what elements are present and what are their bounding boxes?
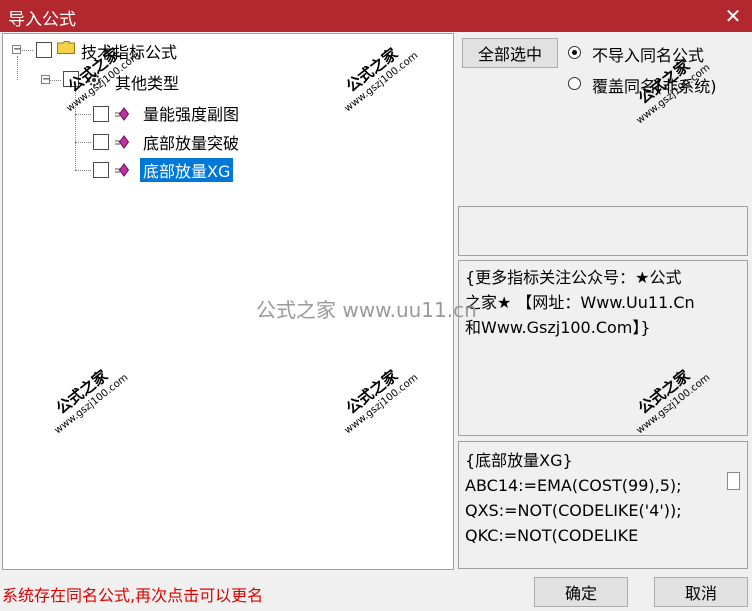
center-watermark: 公式之家 www.uu11.cn bbox=[256, 298, 477, 322]
tree-checkbox-item[interactable] bbox=[93, 106, 109, 122]
gear-icon bbox=[88, 74, 100, 86]
tree-checkbox-root[interactable] bbox=[36, 42, 52, 58]
code-line: QKC:=NOT(CODELIKE bbox=[465, 526, 639, 545]
tree-node-group-label[interactable]: 其他类型 bbox=[115, 70, 179, 94]
radio-overwrite[interactable] bbox=[568, 77, 581, 90]
formula-icon bbox=[115, 135, 129, 149]
tree-expander-group[interactable]: − bbox=[41, 75, 50, 85]
tree-checkbox-item[interactable] bbox=[93, 134, 109, 150]
tree-item-label-selected[interactable]: 底部放量XG bbox=[140, 158, 234, 182]
tree-node-root-label[interactable]: 技术指标公式 bbox=[81, 39, 177, 63]
radio-skip-duplicates[interactable] bbox=[568, 46, 581, 59]
tree-connector bbox=[75, 88, 76, 170]
tree-item-label[interactable]: 量能强度副图 bbox=[143, 101, 239, 125]
select-all-button[interactable]: 全部选中 bbox=[462, 38, 558, 68]
tree-connector bbox=[17, 56, 18, 80]
info-box: {更多指标关注公众号：★公式 之家★ 【网址：Www.Uu11.Cn 和Www.… bbox=[458, 260, 748, 436]
title-bar: 导入公式 ✕ bbox=[0, 0, 752, 32]
code-line: {底部放量XG} bbox=[465, 451, 573, 470]
info-line: {更多指标关注公众号：★公式 bbox=[465, 268, 682, 287]
tree-checkbox-item[interactable] bbox=[93, 162, 109, 178]
tree-expander-root[interactable]: − bbox=[12, 45, 21, 55]
info-line: 之家★ 【网址：Www.Uu11.Cn bbox=[465, 293, 695, 312]
window-title: 导入公式 bbox=[8, 10, 76, 30]
radio-overwrite-label[interactable]: 覆盖同名(非系统) bbox=[592, 73, 717, 97]
tree-connector bbox=[75, 142, 91, 143]
tree-connector bbox=[75, 170, 91, 171]
status-message: 系统存在同名公式,再次点击可以更名 bbox=[2, 586, 264, 605]
code-line: QXS:=NOT(CODELIKE('4')); bbox=[465, 501, 682, 520]
tree-item-label[interactable]: 底部放量突破 bbox=[143, 130, 239, 154]
tree-connector bbox=[75, 114, 91, 115]
info-line: 和Www.Gszj100.Com】} bbox=[465, 318, 651, 337]
close-button[interactable]: ✕ bbox=[714, 0, 752, 32]
radio-skip-duplicates-label[interactable]: 不导入同名公式 bbox=[592, 42, 704, 66]
close-icon: ✕ bbox=[724, 4, 742, 28]
formula-icon bbox=[115, 107, 129, 121]
empty-field bbox=[458, 206, 748, 256]
ok-button[interactable]: 确定 bbox=[534, 577, 628, 607]
formula-icon bbox=[115, 163, 129, 177]
code-line: ABC14:=EMA(COST(99),5); bbox=[465, 476, 682, 495]
code-box[interactable]: {底部放量XG} ABC14:=EMA(COST(99),5); QXS:=NO… bbox=[458, 441, 748, 569]
cancel-button[interactable]: 取消 bbox=[654, 577, 748, 607]
scrollbar-thumb[interactable] bbox=[727, 472, 740, 490]
folder-icon bbox=[57, 41, 75, 54]
tree-checkbox-group[interactable] bbox=[63, 71, 79, 87]
